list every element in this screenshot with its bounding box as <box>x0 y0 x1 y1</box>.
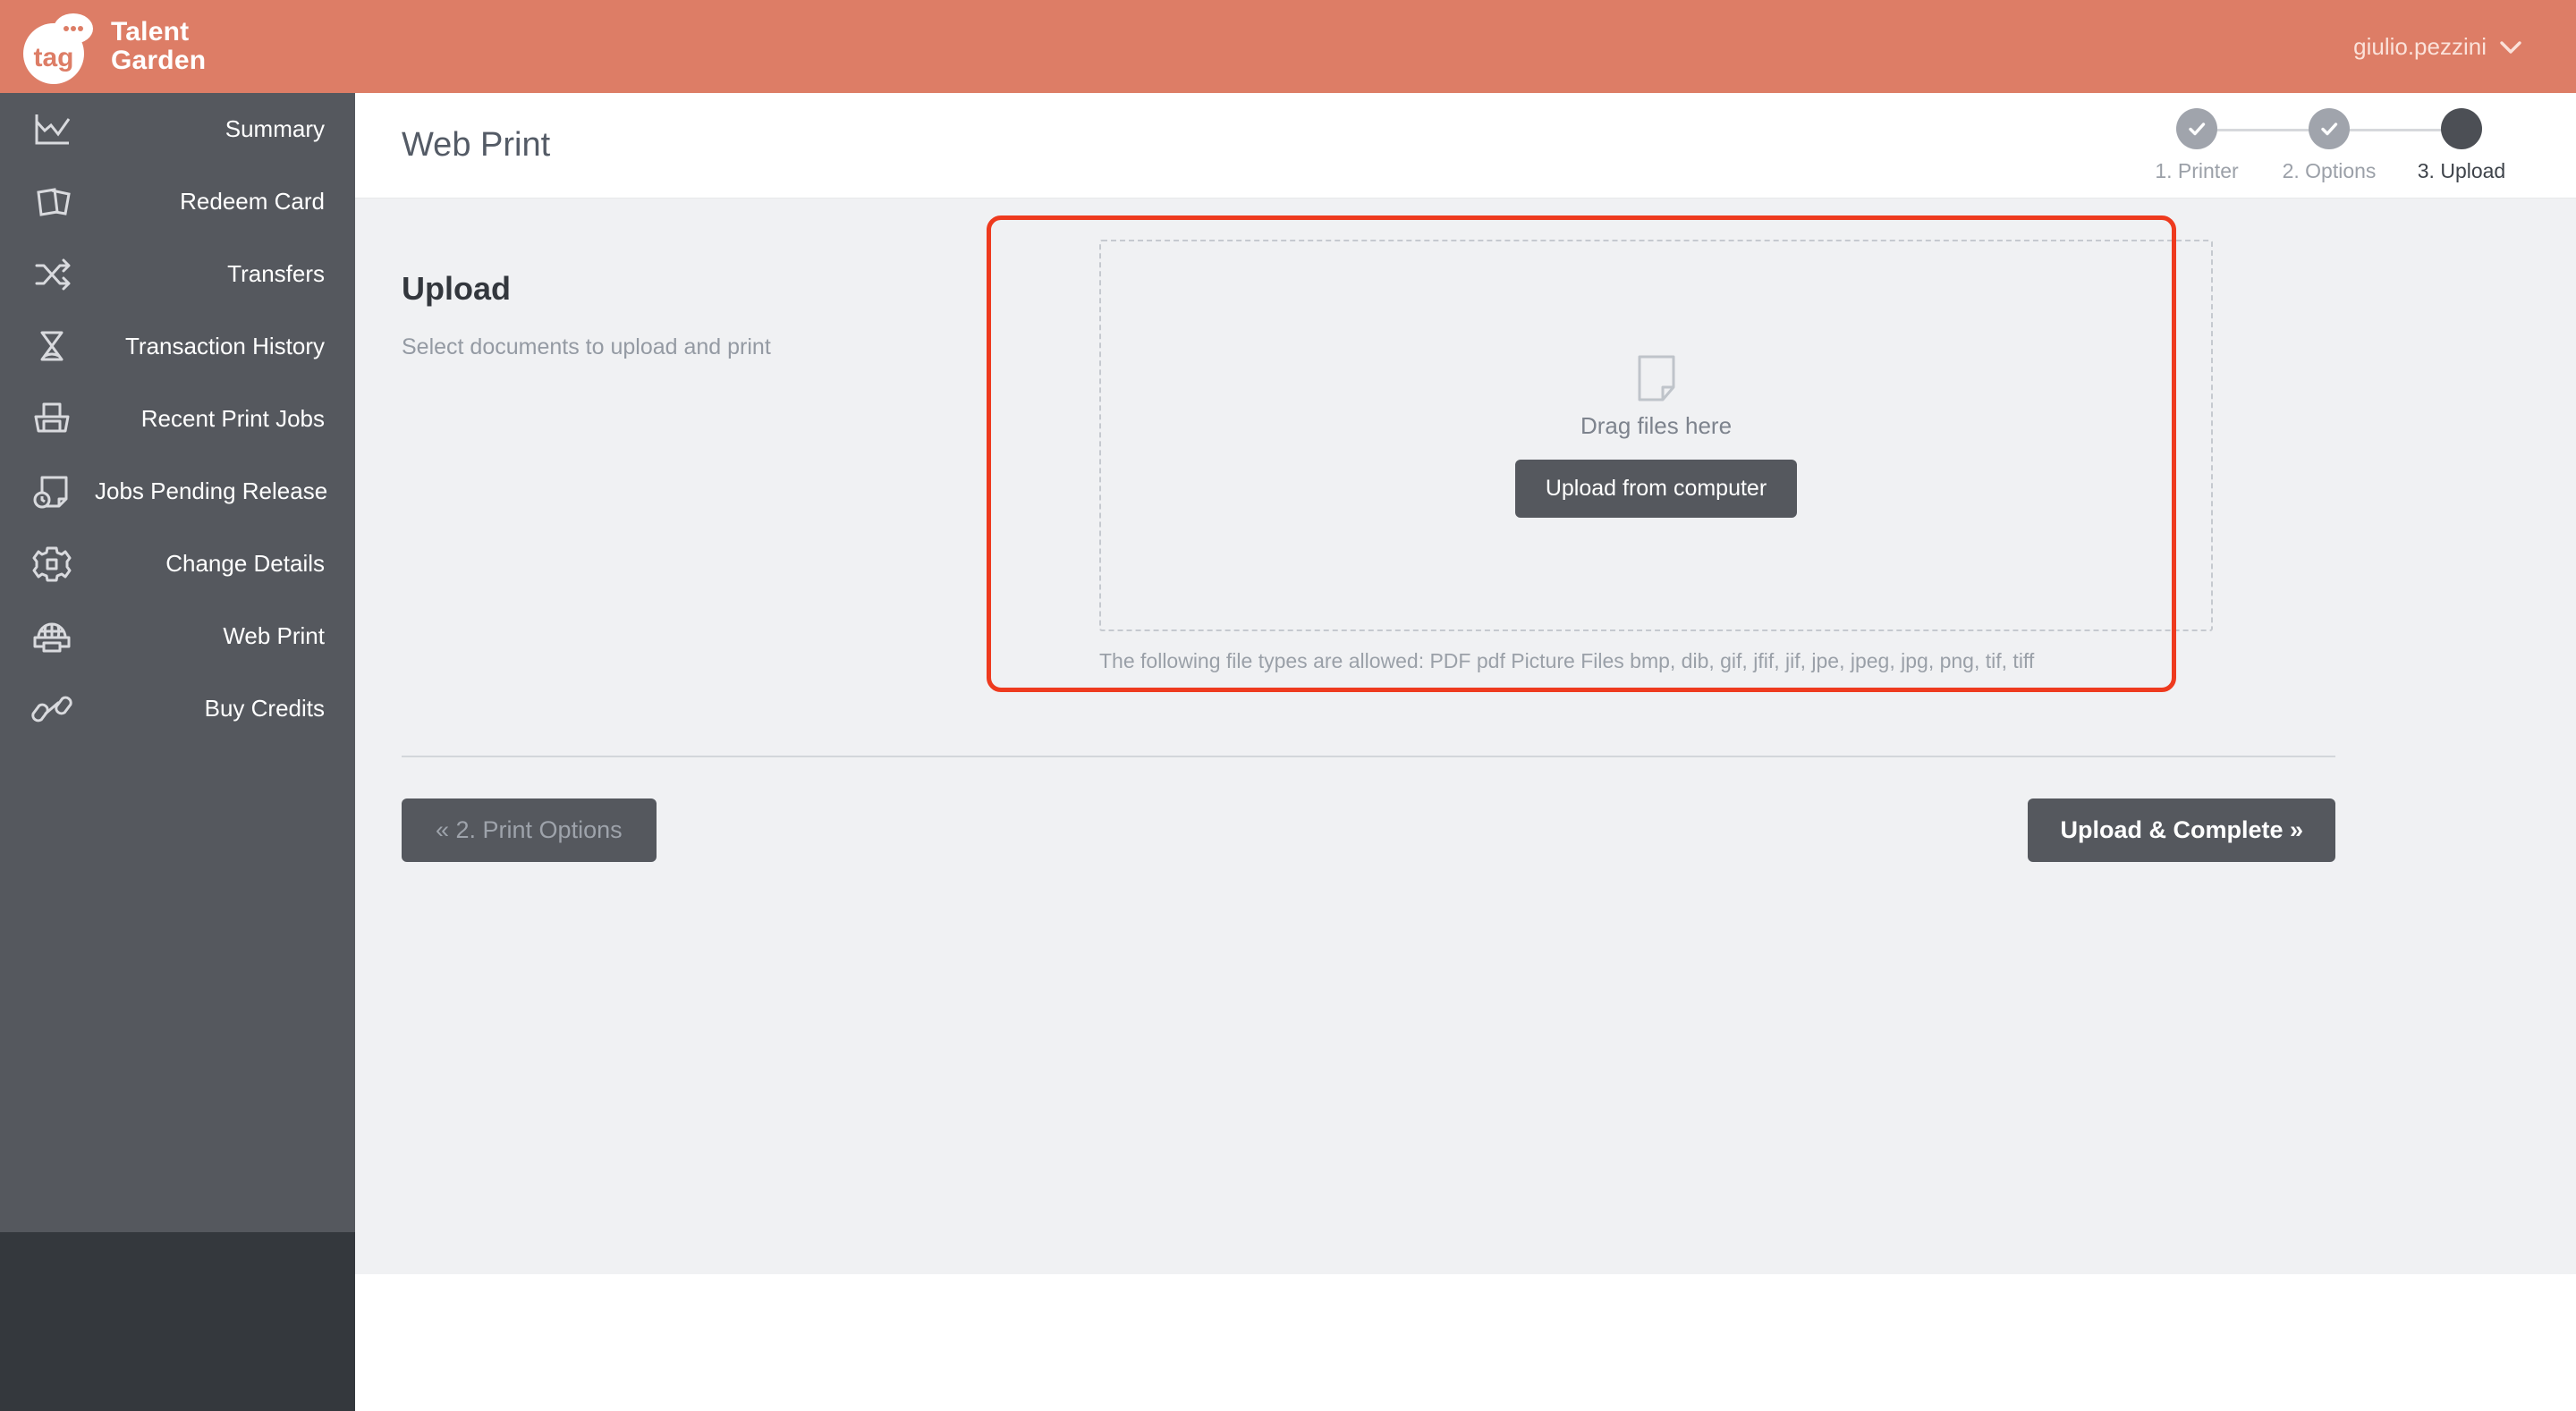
section-heading: Upload <box>402 270 511 307</box>
page-title: Web Print <box>402 126 551 164</box>
file-dropzone[interactable]: Drag files here Upload from computer <box>1099 240 2213 631</box>
shuffle-arrows-icon <box>27 249 77 300</box>
step-options[interactable]: 2. Options <box>2263 107 2462 183</box>
step-dot-done <box>2309 107 2350 149</box>
svg-text:tag: tag <box>34 43 74 72</box>
upload-text-column: Upload Select documents to upload and pr… <box>402 240 1099 360</box>
brand-name-line1: Talent <box>111 17 190 46</box>
sidebar-item-label: Jobs Pending Release <box>95 477 328 504</box>
section-subheading: Select documents to upload and print <box>402 334 771 359</box>
sidebar-item-jobs-pending-release[interactable]: Jobs Pending Release <box>0 455 355 528</box>
back-to-print-options-button[interactable]: « 2. Print Options <box>402 798 657 862</box>
step-label: 3. Upload <box>2417 158 2506 182</box>
page-header: Web Print 1. Printer 2. Options 3. Uploa… <box>355 93 2576 199</box>
step-label: 1. Printer <box>2155 158 2239 182</box>
sidebar-item-label: Redeem Card <box>180 188 325 215</box>
wizard-actions: « 2. Print Options Upload & Complete » <box>402 798 2335 862</box>
sidebar-item-redeem-card[interactable]: Redeem Card <box>0 165 355 238</box>
sidebar-item-web-print[interactable]: Web Print <box>0 600 355 672</box>
step-label: 2. Options <box>2282 158 2377 182</box>
chain-link-icon <box>27 684 77 734</box>
check-icon <box>2189 122 2206 135</box>
brand-name-line2: Garden <box>111 46 207 75</box>
globe-printer-icon <box>27 612 77 662</box>
cards-icon <box>27 177 77 227</box>
check-icon <box>2321 122 2338 135</box>
brand-name: Talent Garden <box>111 18 206 75</box>
sidebar-footer <box>0 1232 355 1411</box>
upload-section: Upload Select documents to upload and pr… <box>355 199 2576 862</box>
sidebar-item-transaction-history[interactable]: Transaction History <box>0 310 355 383</box>
sidebar-item-summary[interactable]: Summary <box>0 93 355 165</box>
web-print-page: tag Talent Garden giulio.pezzini Summary… <box>0 0 2576 1411</box>
sidebar-item-label: Web Print <box>223 622 325 649</box>
sidebar-item-transfers[interactable]: Transfers <box>0 238 355 310</box>
sidebar-item-label: Recent Print Jobs <box>140 405 325 432</box>
main-content: Web Print 1. Printer 2. Options 3. Uploa… <box>355 93 2576 1274</box>
printer-tray-icon <box>27 394 77 444</box>
step-printer[interactable]: 1. Printer <box>2131 107 2329 183</box>
line-chart-icon <box>27 105 77 155</box>
user-menu[interactable]: giulio.pezzini <box>2353 33 2576 61</box>
sidebar-item-label: Summary <box>225 115 325 142</box>
sidebar-item-label: Transaction History <box>125 333 325 359</box>
sidebar-item-label: Change Details <box>165 550 325 577</box>
user-name-label: giulio.pezzini <box>2353 32 2487 60</box>
step-dot-done <box>2176 107 2217 149</box>
dropzone-label: Drag files here <box>1580 412 1733 439</box>
sidebar-nav: Summary Redeem Card Transfers Transactio… <box>0 93 355 1232</box>
sidebar-item-buy-credits[interactable]: Buy Credits <box>0 672 355 745</box>
chevron-down-icon <box>2499 33 2522 61</box>
sidebar-item-label: Buy Credits <box>204 695 325 722</box>
brand-logo-group[interactable]: tag Talent Garden <box>0 7 206 86</box>
wizard-stepper: 1. Printer 2. Options 3. Upload <box>2131 107 2528 183</box>
top-brand-bar: tag Talent Garden giulio.pezzini <box>0 0 2576 93</box>
document-clock-icon <box>27 467 77 517</box>
tag-speech-bubble-logo-icon: tag <box>18 7 97 86</box>
gear-icon <box>27 539 77 589</box>
hourglass-icon <box>27 322 77 372</box>
allowed-file-types-text: The following file types are allowed: PD… <box>1099 649 2035 672</box>
upload-dropzone-column: Drag files here Upload from computer The… <box>987 215 2528 692</box>
file-page-icon <box>1635 353 1678 403</box>
upload-from-computer-button[interactable]: Upload from computer <box>1514 460 1798 518</box>
step-upload[interactable]: 3. Upload <box>2395 107 2528 183</box>
sidebar-item-label: Transfers <box>227 260 325 287</box>
sidebar-item-change-details[interactable]: Change Details <box>0 528 355 600</box>
upload-and-complete-button[interactable]: Upload & Complete » <box>2028 798 2335 862</box>
section-divider <box>402 756 2335 757</box>
sidebar-item-recent-print-jobs[interactable]: Recent Print Jobs <box>0 383 355 455</box>
step-dot-current <box>2441 107 2482 149</box>
